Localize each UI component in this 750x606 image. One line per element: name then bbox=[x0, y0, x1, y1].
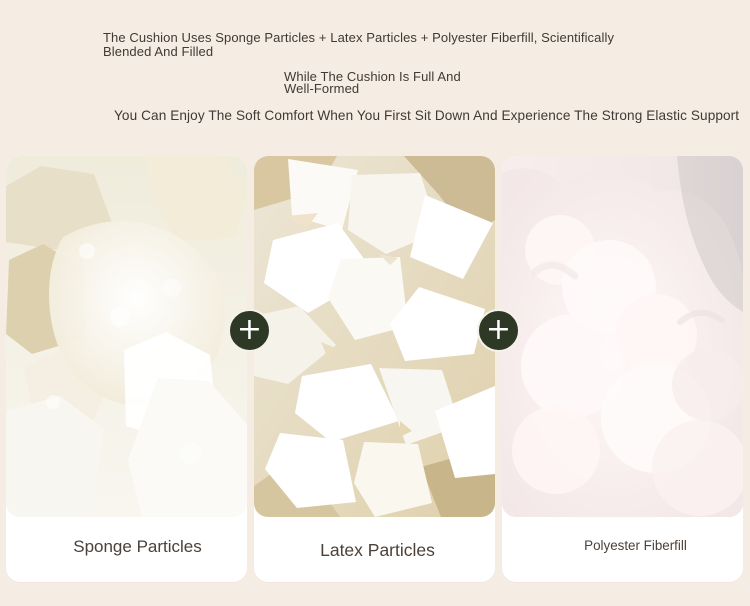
plus-icon: + bbox=[477, 309, 520, 352]
intro-line-5: You Can Enjoy The Soft Comfort When You … bbox=[114, 108, 740, 123]
intro-line-4: Well-Formed bbox=[284, 81, 360, 96]
intro-line-1: The Cushion Uses Sponge Particles + Late… bbox=[103, 30, 615, 45]
intro-line-2: Blended And Filled bbox=[103, 44, 214, 59]
latex-particles-photo-icon bbox=[254, 156, 495, 517]
plus-icon: + bbox=[228, 309, 271, 352]
latex-particles-card: Latex Particles bbox=[254, 156, 495, 582]
sponge-particles-card: Sponge Particles bbox=[6, 156, 247, 582]
polyester-fiberfill-photo-icon bbox=[502, 156, 743, 517]
latex-particles-label: Latex Particles bbox=[320, 540, 435, 560]
sponge-particles-label: Sponge Particles bbox=[73, 537, 202, 556]
polyester-fiberfill-card: Polyester Fiberfill bbox=[502, 156, 743, 582]
sponge-particles-photo-icon bbox=[6, 156, 247, 517]
polyester-fiberfill-label: Polyester Fiberfill bbox=[584, 538, 687, 553]
